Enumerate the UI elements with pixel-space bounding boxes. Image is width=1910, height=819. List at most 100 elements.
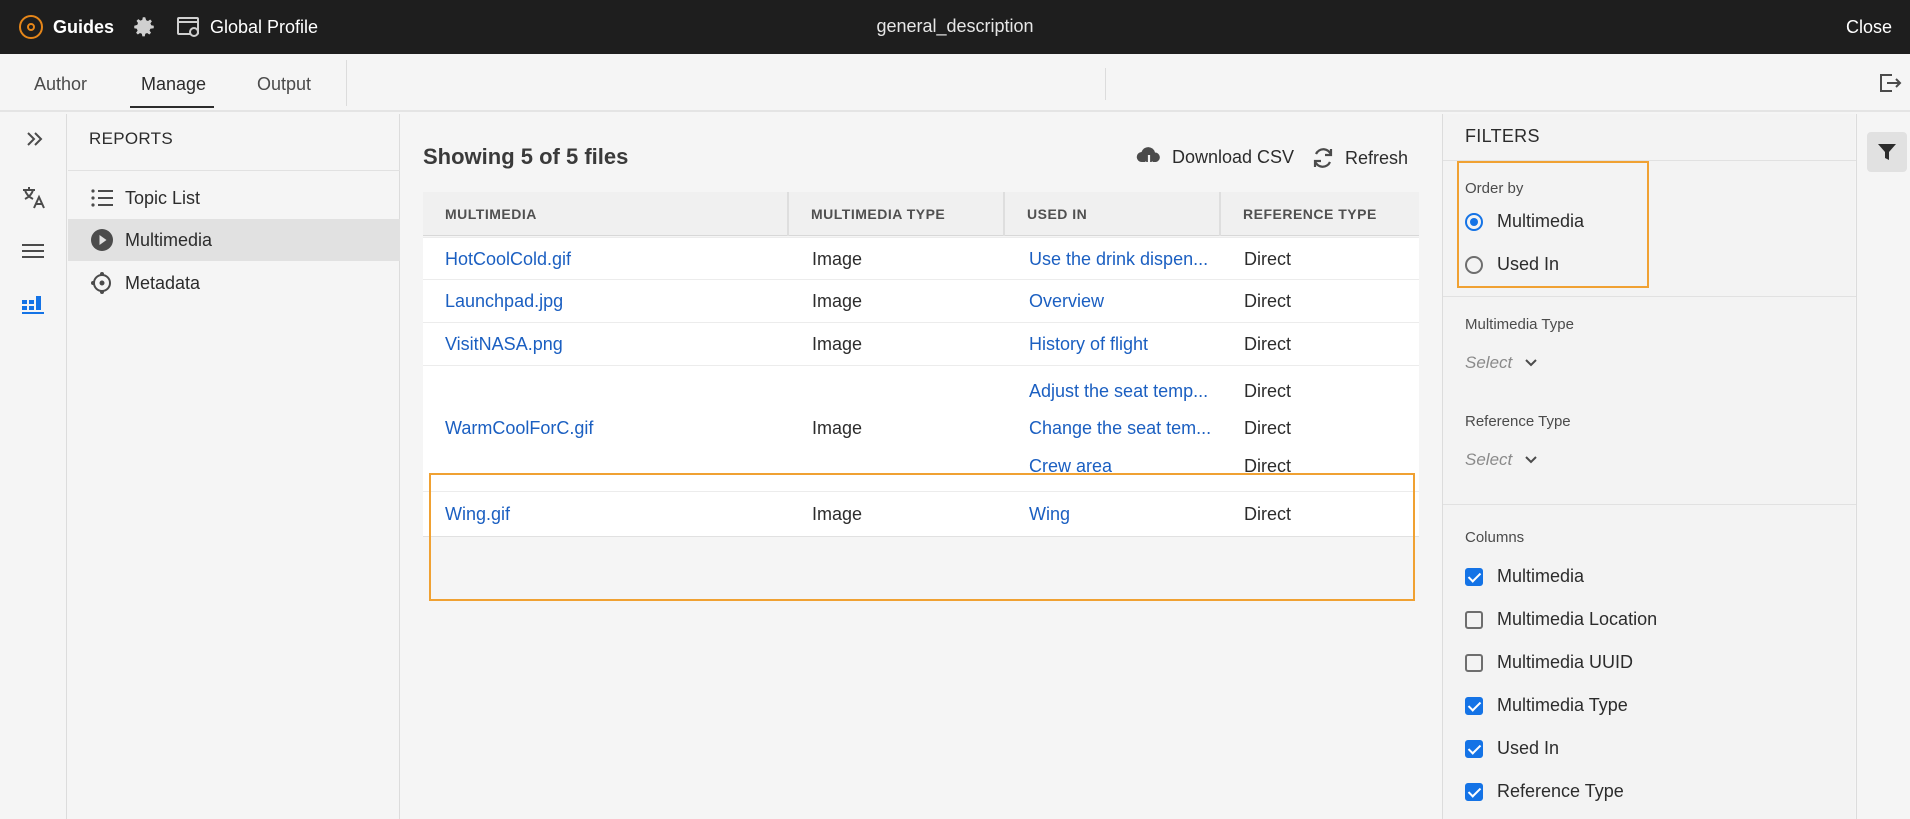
checkbox-label: Multimedia Type — [1497, 695, 1628, 715]
download-csv-label: Download CSV — [1172, 146, 1295, 167]
checkbox-label: Multimedia Location — [1497, 609, 1658, 629]
report-item-label: Topic List — [125, 187, 201, 208]
chevron-down-icon — [1525, 456, 1537, 464]
file-link[interactable]: VisitNASA.png — [445, 334, 563, 355]
file-link[interactable]: Wing.gif — [445, 504, 510, 525]
multimedia-type-label: Multimedia Type — [1465, 316, 1574, 333]
type-cell: Image — [812, 291, 863, 311]
used-in-link[interactable]: Overview — [1029, 291, 1104, 312]
filters-panel: FILTERS Order by Multimedia Used In Mult… — [1442, 114, 1856, 819]
select-value: Select — [1465, 450, 1513, 469]
checkbox-label: Used In — [1497, 738, 1560, 758]
exit-icon[interactable] — [1878, 72, 1902, 94]
report-item-topic-list[interactable]: Topic List — [68, 177, 400, 219]
column-resizer[interactable] — [1003, 192, 1005, 236]
column-checkbox-multimedia-type[interactable]: Multimedia Type — [1465, 695, 1628, 716]
multimedia-type-select[interactable]: Select — [1465, 353, 1538, 373]
checkbox-unchecked-icon — [1465, 653, 1483, 672]
columns-label: Columns — [1465, 529, 1525, 546]
reference-type-select[interactable]: Select — [1465, 450, 1538, 470]
used-in-link[interactable]: Adjust the seat temp... — [1029, 381, 1208, 402]
brand-label: Guides — [53, 16, 115, 37]
reports-icon[interactable] — [20, 290, 46, 316]
report-item-label: Metadata — [125, 272, 201, 293]
used-in-link[interactable]: History of flight — [1029, 334, 1148, 355]
checkbox-label: Multimedia — [1497, 566, 1585, 586]
play-icon — [91, 229, 113, 251]
checkbox-label: Multimedia UUID — [1497, 652, 1634, 672]
report-item-metadata[interactable]: Metadata — [68, 262, 400, 304]
active-tab-indicator — [130, 106, 214, 108]
column-checkbox-multimedia-uuid[interactable]: Multimedia UUID — [1465, 652, 1633, 673]
translate-icon[interactable] — [20, 184, 46, 210]
used-in-link[interactable]: Crew area — [1029, 456, 1112, 477]
file-link[interactable]: HotCoolCold.gif — [445, 249, 571, 270]
mode-tabbar: Author Manage Output — [0, 54, 1910, 112]
close-button[interactable]: Close — [1846, 17, 1892, 38]
download-csv-button[interactable]: Download CSV — [1136, 146, 1294, 168]
select-value: Select — [1465, 353, 1513, 372]
profile-settings-icon[interactable] — [177, 16, 201, 38]
column-header-reference-type[interactable]: REFERENCE TYPE — [1243, 206, 1377, 222]
report-item-label: Multimedia — [125, 229, 213, 250]
app-header: Guides Global Profile general_descriptio… — [0, 0, 1910, 54]
reference-type-cell: Direct — [1244, 456, 1292, 476]
filter-icon — [1878, 144, 1896, 160]
column-checkbox-reference-type[interactable]: Reference Type — [1465, 781, 1624, 802]
filters-divider — [1443, 160, 1856, 161]
column-header-multimedia[interactable]: MULTIMEDIA — [445, 206, 537, 222]
filters-title: FILTERS — [1465, 126, 1540, 146]
radio-label: Multimedia — [1497, 211, 1585, 231]
main-content: Showing 5 of 5 files Download CSV Refres… — [401, 114, 1441, 819]
column-checkbox-multimedia[interactable]: Multimedia — [1465, 566, 1584, 587]
reference-type-cell: Direct — [1244, 418, 1292, 438]
reference-type-cell: Direct — [1244, 504, 1292, 524]
tab-author[interactable]: Author — [34, 74, 87, 95]
type-cell: Image — [812, 334, 863, 354]
column-checkbox-multimedia-location[interactable]: Multimedia Location — [1465, 609, 1657, 630]
cloud-download-icon — [1136, 147, 1160, 168]
tab-manage[interactable]: Manage — [141, 74, 206, 95]
filter-toggle-button[interactable] — [1867, 132, 1907, 172]
file-link[interactable]: WarmCoolForC.gif — [445, 418, 593, 439]
tab-divider — [346, 60, 347, 106]
checkbox-label: Reference Type — [1497, 781, 1624, 801]
order-by-multimedia-radio[interactable]: Multimedia — [1465, 211, 1584, 232]
column-resizer[interactable] — [787, 192, 789, 236]
metadata-icon — [91, 272, 111, 294]
checkbox-checked-icon — [1465, 567, 1483, 586]
tab-output[interactable]: Output — [257, 74, 311, 95]
guides-home[interactable]: Guides — [19, 15, 114, 39]
column-checkbox-used-in[interactable]: Used In — [1465, 738, 1559, 759]
expand-icon[interactable] — [24, 128, 46, 150]
left-rail — [0, 114, 67, 819]
checkbox-checked-icon — [1465, 696, 1483, 715]
used-in-link[interactable]: Use the drink dispen... — [1029, 249, 1208, 270]
used-in-link[interactable]: Change the seat tem... — [1029, 418, 1211, 439]
refresh-label: Refresh — [1345, 147, 1409, 168]
radio-label: Used In — [1497, 254, 1560, 274]
list-icon[interactable] — [20, 238, 46, 264]
order-by-used-in-radio[interactable]: Used In — [1465, 254, 1559, 275]
checkbox-unchecked-icon — [1465, 610, 1483, 629]
column-header-multimedia-type[interactable]: MULTIMEDIA TYPE — [811, 206, 945, 222]
reference-type-cell: Direct — [1244, 334, 1292, 354]
global-profile-link[interactable]: Global Profile — [210, 17, 318, 38]
table-row: HotCoolCold.gif Image Use the drink disp… — [423, 237, 1419, 279]
report-item-multimedia[interactable]: Multimedia — [68, 219, 400, 261]
settings-gear-icon[interactable] — [131, 14, 157, 40]
file-link[interactable]: Launchpad.jpg — [445, 291, 563, 312]
toolbar-divider — [1105, 68, 1106, 100]
reference-type-cell: Direct — [1244, 381, 1292, 401]
table-row: Wing.gif Image Wing Direct — [423, 491, 1419, 536]
refresh-button[interactable]: Refresh — [1311, 146, 1408, 170]
reference-type-label: Reference Type — [1465, 413, 1571, 430]
reports-title: REPORTS — [89, 129, 173, 148]
reports-divider — [68, 170, 400, 171]
column-header-used-in[interactable]: USED IN — [1027, 206, 1087, 222]
reports-panel: REPORTS Topic List Multimedia Metadata — [68, 114, 400, 819]
order-by-label: Order by — [1465, 180, 1524, 197]
column-resizer[interactable] — [1219, 192, 1221, 236]
used-in-link[interactable]: Wing — [1029, 504, 1070, 525]
table-row: VisitNASA.png Image History of flight Di… — [423, 322, 1419, 365]
